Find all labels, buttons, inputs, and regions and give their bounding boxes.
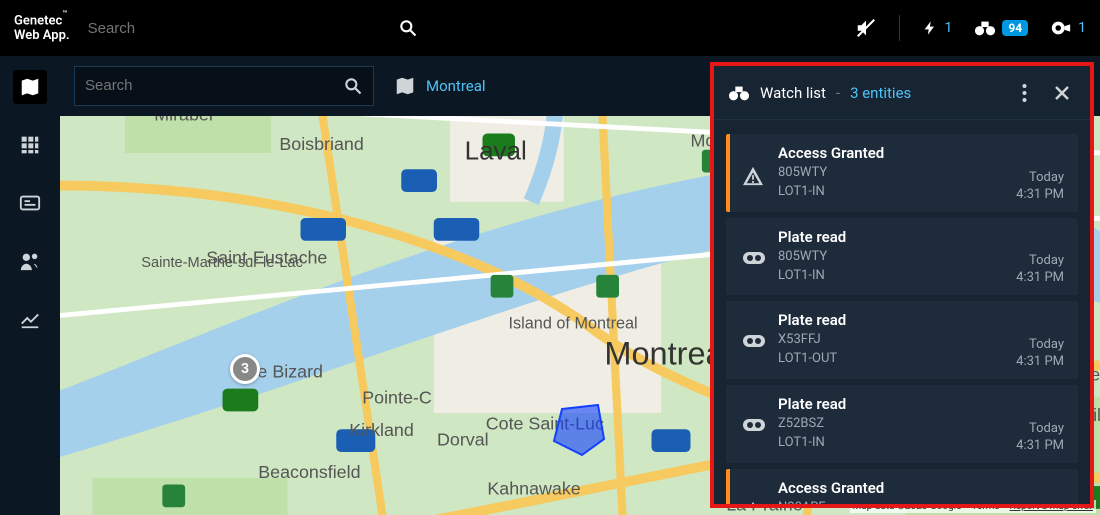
svg-text:Dorval: Dorval: [437, 430, 489, 450]
nav-reports[interactable]: [13, 302, 47, 336]
map-cluster-pin[interactable]: 3: [230, 354, 260, 384]
card-title: Plate read: [778, 395, 1004, 413]
svg-text:Sainte-Marthe-sur-le-Lac: Sainte-Marthe-sur-le-Lac: [141, 255, 303, 271]
map-selector-label: Montreal: [426, 77, 486, 95]
kebab-menu-icon[interactable]: [1010, 83, 1038, 103]
watchlist-title: Watch list: [760, 84, 826, 102]
svg-text:Island of Montreal: Island of Montreal: [509, 315, 638, 333]
svg-text:Kahnawake: Kahnawake: [487, 478, 580, 498]
map-search[interactable]: [74, 66, 374, 106]
card-time: 4:31 PM: [1016, 270, 1064, 285]
bolt-count: 1: [944, 20, 952, 36]
camera-stat[interactable]: 1: [1050, 19, 1086, 37]
card-day: Today: [1016, 337, 1064, 352]
card-camera: LOT1-IN: [778, 434, 1004, 453]
watchlist-card[interactable]: Plate read 805WTYLOT1-IN Today 4:31 PM: [726, 218, 1078, 296]
svg-text:Laval: Laval: [465, 136, 527, 166]
nav-grid[interactable]: [13, 128, 47, 162]
watchlist-card[interactable]: Plate read X53FFJLOT1-OUT Today 4:31 PM: [726, 301, 1078, 379]
map-icon: [394, 75, 416, 97]
logo-line2: Web App.: [14, 28, 70, 43]
watchlist-header: Watch list - 3 entities: [714, 66, 1090, 120]
card-time: 4:31 PM: [1016, 187, 1064, 202]
card-camera: LOT1-IN: [778, 183, 1004, 202]
svg-text:Beaconsfield: Beaconsfield: [258, 462, 360, 482]
side-rail: [0, 56, 60, 515]
watchlist-card[interactable]: Access GrantedN08ARFLOT1-OUTToday4:31 PM: [726, 469, 1078, 504]
watchlist-card[interactable]: Access Granted 805WTYLOT1-IN Today 4:31 PM: [726, 134, 1078, 212]
card-plate: N08ARF: [778, 499, 1004, 504]
lpr-camera-icon: [742, 311, 766, 369]
card-day: Today: [1016, 170, 1064, 185]
card-day: Today: [1016, 253, 1064, 268]
card-plate: X53FFJ: [778, 331, 1004, 350]
map-selector[interactable]: Montreal: [394, 75, 486, 97]
svg-text:Mirabel: Mirabel: [154, 116, 213, 125]
watchlist-panel: Watch list - 3 entities Access Granted 80…: [710, 62, 1094, 508]
logo-line1: Genetec: [14, 13, 62, 28]
card-day: Today: [1016, 421, 1064, 436]
watchlist-card[interactable]: Plate read Z52BSZLOT1-IN Today 4:31 PM: [726, 385, 1078, 463]
pin-count: 3: [241, 361, 249, 377]
binoculars-stat[interactable]: 94: [974, 19, 1028, 37]
card-plate: 805WTY: [778, 164, 1004, 183]
card-time: 4:31 PM: [1016, 438, 1064, 453]
app-logo: Genetec™ Web App.: [14, 13, 70, 43]
svg-text:Boisbriand: Boisbriand: [279, 134, 363, 154]
card-time: 4:31 PM: [1016, 354, 1064, 369]
top-bar: Genetec™ Web App. 1 94 1: [0, 0, 1100, 56]
close-icon[interactable]: [1048, 85, 1076, 101]
card-title: Access Granted: [778, 479, 1004, 497]
binoculars-icon: [974, 19, 996, 37]
map-geofence[interactable]: [550, 401, 610, 461]
nav-map[interactable]: [13, 70, 47, 104]
binoculars-icon: [728, 84, 750, 102]
global-search-input[interactable]: [88, 20, 398, 37]
card-camera: LOT1-OUT: [778, 350, 1004, 369]
card-title: Access Granted: [778, 144, 1004, 162]
watchlist-list[interactable]: Access Granted805WTYLOT1-INToday4:31 PMP…: [714, 120, 1090, 504]
binoculars-badge: 94: [1002, 20, 1028, 36]
map-search-input[interactable]: [85, 77, 343, 94]
card-plate: 805WTY: [778, 248, 1004, 267]
watchlist-subtitle[interactable]: 3 entities: [850, 84, 911, 102]
search-icon[interactable]: [398, 18, 418, 38]
nav-users[interactable]: [13, 244, 47, 278]
warning-icon: [742, 479, 766, 504]
card-title: Plate read: [778, 228, 1004, 246]
nav-card[interactable]: [13, 186, 47, 220]
search-icon[interactable]: [343, 76, 363, 96]
bolt-icon: [922, 18, 938, 38]
card-camera: LOT1-IN: [778, 267, 1004, 286]
camera-icon: [1050, 19, 1072, 37]
global-search[interactable]: [88, 18, 418, 38]
camera-count: 1: [1078, 20, 1086, 36]
svg-text:Pointe-C: Pointe-C: [362, 387, 432, 407]
lpr-camera-icon: [742, 228, 766, 286]
topbar-status-area: 1 94 1: [855, 15, 1086, 41]
lpr-camera-icon: [742, 395, 766, 453]
mute-icon[interactable]: [855, 17, 877, 39]
card-plate: Z52BSZ: [778, 415, 1004, 434]
warning-icon: [742, 144, 766, 202]
bolt-stat[interactable]: 1: [922, 18, 952, 38]
card-title: Plate read: [778, 311, 1004, 329]
svg-text:Kirkland: Kirkland: [349, 420, 414, 440]
